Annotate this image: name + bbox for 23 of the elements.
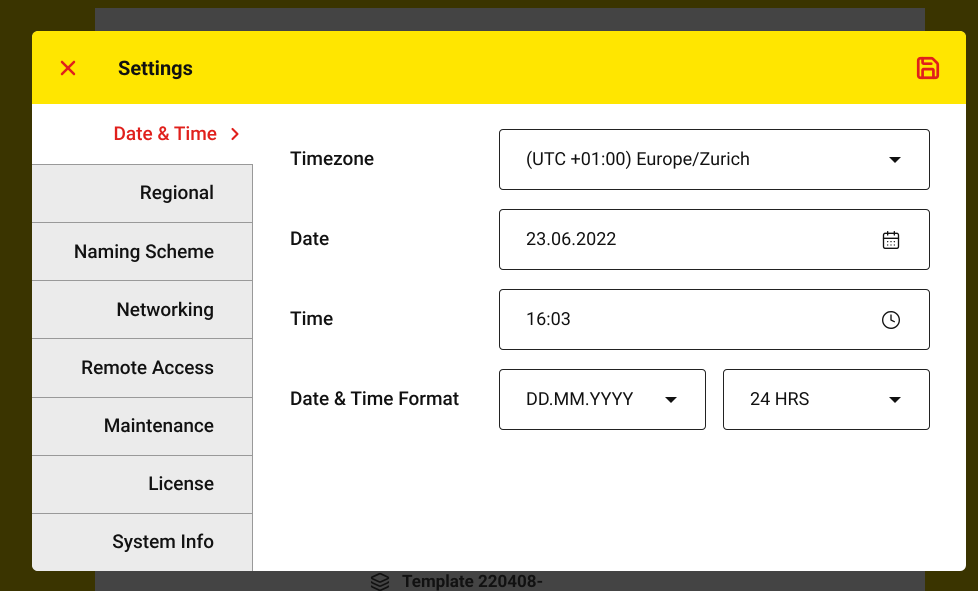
field-label: Date & Time Format (290, 386, 460, 412)
field-label: Date (290, 226, 330, 252)
sidebar-tab[interactable]: System Info (32, 512, 253, 571)
dropdown-field[interactable]: (UTC +01:00) Europe/Zurich (499, 129, 930, 190)
dropdown-caret-icon (889, 156, 901, 162)
dropdown-field[interactable]: 24 HRS (723, 369, 930, 430)
dialog-title: Settings (118, 54, 193, 82)
field-label: Timezone (290, 146, 376, 172)
sidebar-tab[interactable]: Remote Access (32, 338, 253, 397)
date-field[interactable]: 23.06.2022 (499, 209, 930, 270)
sidebar-tab[interactable]: Regional (32, 164, 253, 222)
dropdown-caret-icon (889, 396, 901, 402)
time-field[interactable]: 16:03 (499, 289, 930, 350)
field-label: Time (290, 306, 334, 332)
clock-icon (881, 310, 901, 330)
dropdown-caret-icon (665, 396, 677, 402)
dropdown-field[interactable]: DD.MM.YYYY (499, 369, 706, 430)
sidebar-tab[interactable]: Networking (32, 280, 253, 338)
layers-icon (370, 572, 390, 591)
sidebar-tab[interactable]: License (32, 454, 253, 513)
sidebar-tab[interactable]: Maintenance (32, 396, 253, 455)
sidebar-tab[interactable]: Naming Scheme (32, 222, 253, 280)
calendar-icon (881, 230, 901, 250)
